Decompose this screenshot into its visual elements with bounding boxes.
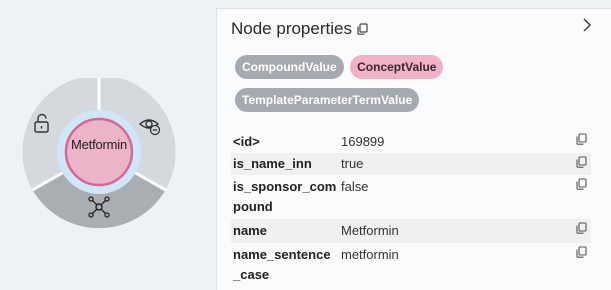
panel-title: Node properties: [231, 19, 352, 38]
property-key: name: [233, 223, 267, 238]
property-value: false: [341, 179, 369, 194]
label-chip[interactable]: TemplateParameterTermValue: [235, 88, 420, 112]
node-radial-menu: Metformin: [16, 78, 182, 233]
property-row: name_sentence _case metformin: [231, 243, 591, 287]
hide-eye-icon[interactable]: [138, 115, 162, 137]
property-row: name Metformin: [231, 219, 591, 243]
property-row: is_sponsor_com pound false: [231, 175, 591, 219]
property-key: <id>: [233, 134, 260, 149]
property-key: name_sentence _case: [233, 247, 331, 282]
property-key: is_sponsor_com pound: [233, 179, 337, 214]
properties-table: <id> 169899 is_name_inn true is_sponsor_…: [231, 130, 591, 287]
node-labels: CompoundValue ConceptValue TemplateParam…: [235, 55, 455, 121]
copy-icon[interactable]: [576, 246, 587, 258]
property-value: metformin: [341, 247, 399, 262]
label-chip[interactable]: CompoundValue: [235, 55, 344, 79]
copy-icon[interactable]: [576, 222, 587, 234]
copy-icon[interactable]: [576, 156, 587, 168]
copy-icon[interactable]: [357, 23, 368, 35]
property-value: Metformin: [341, 223, 399, 238]
panel-header: Node properties: [231, 19, 368, 39]
property-key: is_name_inn: [233, 156, 312, 171]
property-value: true: [341, 156, 364, 171]
property-value: 169899: [341, 134, 385, 149]
property-row: <id> 169899: [231, 130, 591, 153]
chevron-right-icon[interactable]: [580, 17, 594, 33]
node-properties-panel: Node properties CompoundValue ConceptVal…: [216, 8, 611, 290]
unlock-icon[interactable]: [32, 112, 54, 134]
copy-icon[interactable]: [576, 133, 587, 145]
metformin-node[interactable]: [64, 117, 134, 187]
node-label: Metformin: [71, 137, 127, 152]
copy-icon[interactable]: [576, 178, 587, 190]
label-chip[interactable]: ConceptValue: [350, 55, 444, 79]
expand-network-icon[interactable]: [87, 195, 111, 219]
property-row: is_name_inn true: [231, 153, 591, 175]
